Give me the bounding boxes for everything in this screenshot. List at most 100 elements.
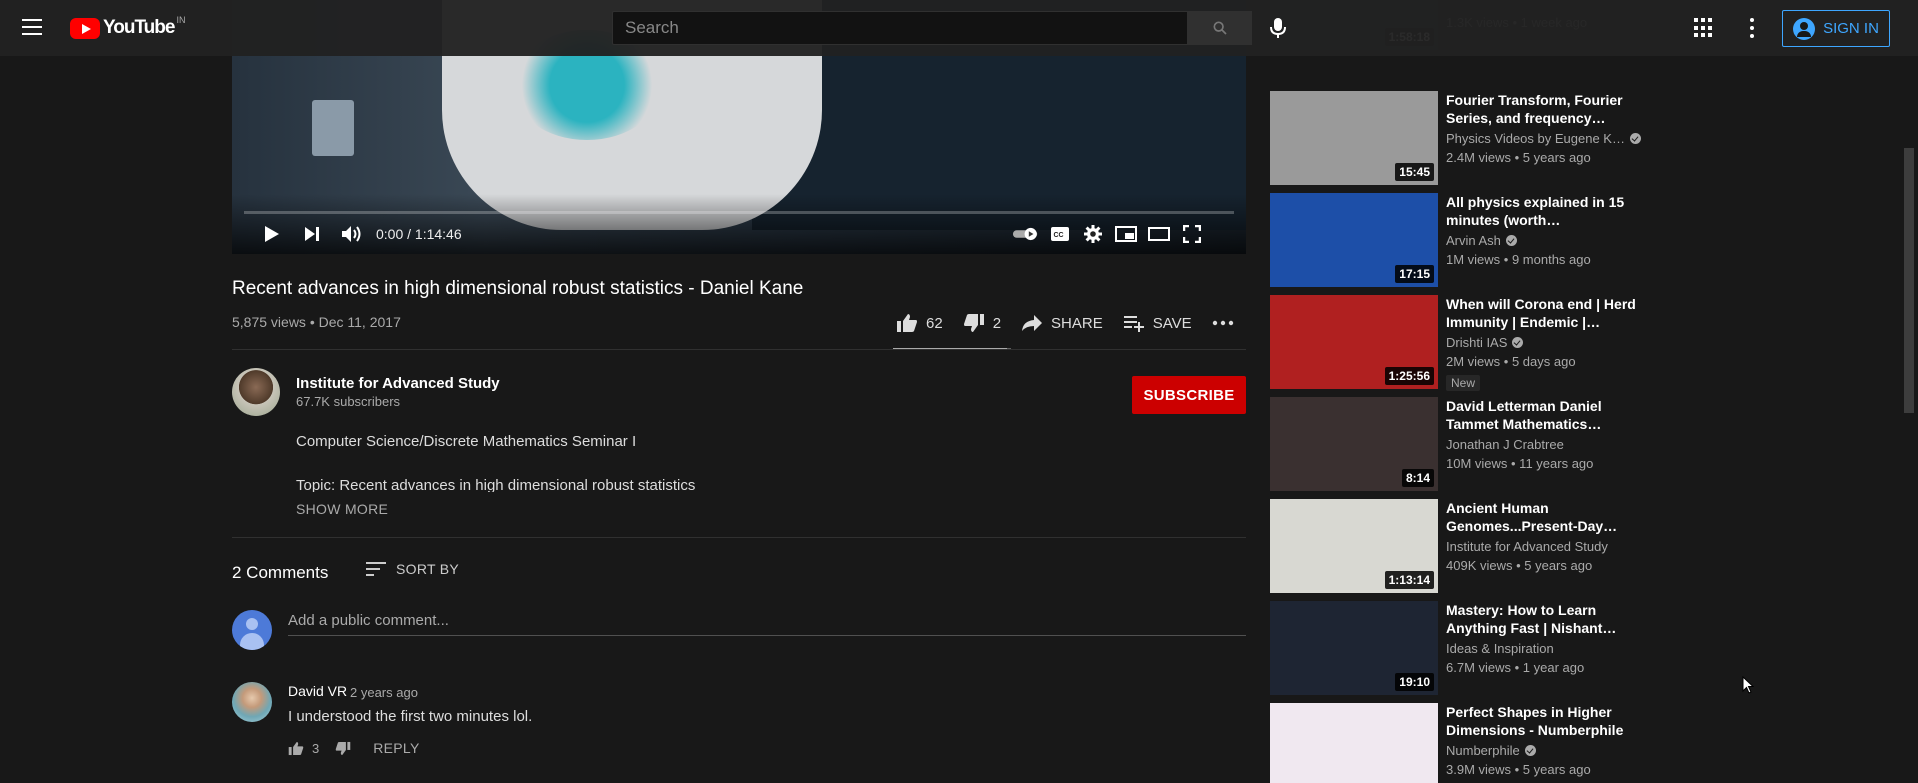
comment-text: I understood the first two minutes lol. <box>288 708 533 725</box>
verified-check-icon <box>1512 337 1524 348</box>
youtube-logo[interactable]: YouTube IN <box>70 15 185 39</box>
svg-text:CC: CC <box>1054 232 1064 239</box>
related-video-channel[interactable]: Physics Videos by Eugene K… <box>1446 131 1641 146</box>
video-thumbnail[interactable]: 1:13:14 <box>1270 499 1438 593</box>
related-video-stats: 409K views • 5 years ago <box>1446 558 1593 573</box>
menu-icon[interactable] <box>22 19 46 37</box>
comment-time[interactable]: 2 years ago <box>350 685 418 700</box>
account-icon <box>1793 17 1816 40</box>
related-video-title[interactable]: When will Corona end | Herd Immunity | E… <box>1446 295 1646 331</box>
related-video-channel[interactable]: Numberphile <box>1446 743 1536 758</box>
related-video-channel[interactable]: Drishti IAS <box>1446 335 1524 350</box>
comment-like-button[interactable]: 3 <box>288 741 319 756</box>
thumbs-up-icon <box>897 314 917 332</box>
subscriber-count: 67.7K subscribers <box>296 394 401 409</box>
related-video-channel[interactable]: Ideas & Inspiration <box>1446 641 1554 656</box>
show-more-button[interactable]: SHOW MORE <box>296 501 388 517</box>
progress-bar[interactable] <box>244 211 1234 214</box>
settings-more-icon[interactable] <box>1748 18 1756 38</box>
search-input[interactable] <box>613 12 1187 44</box>
related-video-item[interactable]: 1:13:14 Ancient Human Genomes...Present-D… <box>1270 499 1670 593</box>
video-thumbnail[interactable]: 19:10 <box>1270 601 1438 695</box>
search-icon <box>1213 21 1227 35</box>
reply-button[interactable]: REPLY <box>373 740 419 756</box>
description-line: Topic: Recent advances in high dimension… <box>296 477 696 492</box>
comment-author[interactable]: David VR <box>288 683 347 699</box>
subscribe-button[interactable]: SUBSCRIBE <box>1132 376 1246 414</box>
video-duration: 1:13:14 <box>1384 571 1434 589</box>
related-video-title[interactable]: Perfect Shapes in Higher Dimensions - Nu… <box>1446 703 1646 739</box>
video-duration: 19:10 <box>1395 673 1434 691</box>
miniplayer-icon[interactable] <box>1112 223 1140 245</box>
autoplay-toggle-icon[interactable] <box>1012 223 1040 245</box>
captions-icon[interactable]: CC <box>1046 223 1074 245</box>
channel-name[interactable]: Institute for Advanced Study <box>296 375 500 392</box>
more-actions-button[interactable] <box>1212 320 1234 326</box>
related-video-item[interactable]: 8:14 David Letterman Daniel Tammet Mathem… <box>1270 397 1670 491</box>
verified-check-icon <box>1505 235 1517 246</box>
related-video-item[interactable]: 19:10 Mastery: How to Learn Anything Fast… <box>1270 601 1670 695</box>
video-actions: 62 2 SHARE SAVE <box>896 313 1254 333</box>
video-thumbnail[interactable] <box>1270 703 1438 783</box>
apps-grid-icon[interactable] <box>1694 18 1714 38</box>
verified-check-icon <box>1524 745 1536 756</box>
comment-author-avatar[interactable] <box>232 682 272 722</box>
related-video-title[interactable]: Ancient Human Genomes...Present-Day… <box>1446 499 1646 535</box>
add-comment-input[interactable]: Add a public comment... <box>288 612 1246 636</box>
related-video-channel-name: Drishti IAS <box>1446 335 1508 350</box>
play-icon[interactable] <box>258 223 286 245</box>
related-video-channel-name: Arvin Ash <box>1446 233 1501 248</box>
theater-mode-icon[interactable] <box>1145 223 1173 245</box>
channel-avatar[interactable] <box>232 368 280 416</box>
more-horizontal-icon <box>1212 320 1233 326</box>
like-button[interactable]: 62 <box>896 313 943 333</box>
video-thumbnail[interactable]: 8:14 <box>1270 397 1438 491</box>
related-video-channel[interactable]: Jonathan J Crabtree <box>1446 437 1564 452</box>
video-thumbnail[interactable]: 17:15 <box>1270 193 1438 287</box>
scrollbar[interactable] <box>1900 0 1918 783</box>
sort-by-button[interactable]: SORT BY <box>366 561 459 577</box>
gear-icon[interactable] <box>1079 223 1107 245</box>
share-button[interactable]: SHARE <box>1021 314 1103 332</box>
top-bar: YouTube IN SIGN IN <box>0 0 1918 56</box>
related-video-item[interactable]: 17:15 All physics explained in 15 minutes… <box>1270 193 1670 287</box>
user-avatar <box>232 610 272 650</box>
related-video-item[interactable]: 15:45 Fourier Transform, Fourier Series, … <box>1270 91 1670 185</box>
microphone-icon[interactable] <box>1266 16 1290 40</box>
share-label: SHARE <box>1051 314 1103 332</box>
description-line: Computer Science/Discrete Mathematics Se… <box>296 433 637 450</box>
related-video-channel[interactable]: Institute for Advanced Study <box>1446 539 1608 554</box>
related-video-title[interactable]: All physics explained in 15 minutes (wor… <box>1446 193 1646 229</box>
related-video-title[interactable]: Mastery: How to Learn Anything Fast | Ni… <box>1446 601 1646 637</box>
related-video-item[interactable]: Perfect Shapes in Higher Dimensions - Nu… <box>1270 703 1670 783</box>
search-button[interactable] <box>1188 11 1252 45</box>
comment-like-count: 3 <box>312 740 320 756</box>
related-video-channel[interactable]: Arvin Ash <box>1446 233 1517 248</box>
related-video-title[interactable]: Fourier Transform, Fourier Series, and f… <box>1446 91 1646 127</box>
scrollbar-thumb[interactable] <box>1904 148 1914 413</box>
new-badge: New <box>1446 375 1481 391</box>
dislike-count: 2 <box>992 314 1002 332</box>
video-title: Recent advances in high dimensional robu… <box>232 278 804 299</box>
related-video-channel-name: Ideas & Inspiration <box>1446 641 1554 656</box>
verified-check-icon <box>1629 133 1641 144</box>
sign-in-label: SIGN IN <box>1823 20 1879 37</box>
save-button[interactable]: SAVE <box>1123 314 1192 332</box>
next-icon[interactable] <box>298 223 326 245</box>
related-video-item[interactable]: 1:25:56 When will Corona end | Herd Immun… <box>1270 295 1670 391</box>
video-meta: 5,875 views • Dec 11, 2017 <box>232 314 401 330</box>
volume-icon[interactable] <box>338 223 366 245</box>
sort-icon <box>366 562 386 576</box>
video-duration: 17:15 <box>1395 265 1434 283</box>
related-video-channel-name: Jonathan J Crabtree <box>1446 437 1564 452</box>
sign-in-button[interactable]: SIGN IN <box>1782 10 1890 47</box>
dislike-button[interactable]: 2 <box>963 313 1001 333</box>
comment-dislike-button[interactable] <box>335 741 351 756</box>
video-thumbnail[interactable]: 1:25:56 <box>1270 295 1438 389</box>
related-video-title[interactable]: David Letterman Daniel Tammet Mathematic… <box>1446 397 1646 433</box>
fullscreen-icon[interactable] <box>1178 223 1206 245</box>
related-video-stats: 2.4M views • 5 years ago <box>1446 150 1591 165</box>
divider <box>232 537 1246 538</box>
video-frame-switch <box>312 100 354 156</box>
video-thumbnail[interactable]: 15:45 <box>1270 91 1438 185</box>
